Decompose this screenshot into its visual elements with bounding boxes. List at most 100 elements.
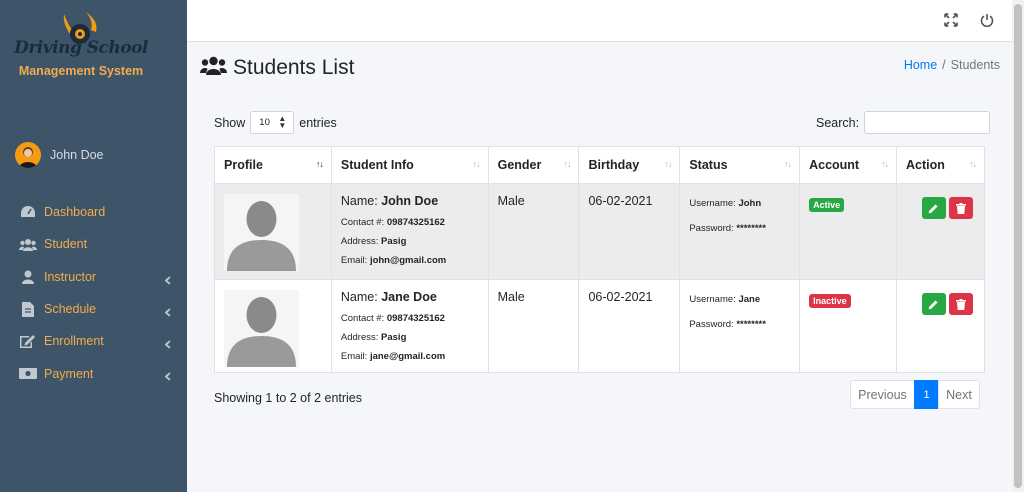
search-input[interactable] [864,111,991,134]
pagination-page-1[interactable]: 1 [914,380,939,409]
column-header-student-info[interactable]: Student Info ↑↓ [330,146,489,184]
address-value: Pasig [381,236,407,247]
delete-button[interactable] [948,197,973,219]
breadcrumb-separator: / [942,58,946,72]
student-name: Name: Jane Doe [341,290,479,304]
sidebar-item-schedule[interactable]: Schedule [0,293,187,325]
birthday-cell: 06-02-2021 [578,183,681,280]
sidebar-item-enrollment[interactable]: Enrollment [0,325,187,357]
column-header-birthday[interactable]: Birthday ↑↓ [578,146,681,184]
column-header-account[interactable]: Account ↑↓ [799,146,897,184]
pagination-previous[interactable]: Previous [850,380,915,409]
address-label: Address: [340,332,379,343]
breadcrumb-home-link[interactable]: Home [904,58,937,72]
column-header-gender[interactable]: Gender ↑↓ [487,146,580,184]
sidebar-item-label: Schedule [44,302,97,317]
chevron-left-icon [164,368,171,386]
student-contact: Contact #: 09874325162 [341,309,479,328]
status-badge: Inactive [809,294,851,308]
students-table: Profile ↑↓ Student Info ↑↓ Gender ↑↓ Birthd… [214,146,986,373]
student-name: Name: John Doe [341,194,479,208]
entries-label: entries [299,115,337,130]
name-value: Jane Doe [381,290,437,304]
scrollbar-thumb[interactable] [1014,4,1022,488]
sidebar-item-label: Payment [44,366,94,381]
power-icon[interactable] [980,13,996,29]
address-value: Pasig [381,332,407,343]
email-label: Email: [340,351,368,362]
password-line: Password: ******** [689,223,790,235]
chevron-left-icon [164,304,171,322]
column-header-label: Action [905,158,945,172]
top-navbar [187,0,1012,42]
sort-arrows-icon: ▲ ▼ [278,114,287,130]
column-header-profile[interactable]: Profile ↑↓ [214,146,332,184]
trash-icon [955,202,966,214]
avatar [15,142,41,168]
breadcrumb: Home / Students [904,58,1000,72]
password-value: ******** [736,223,766,234]
column-header-label: Gender [497,158,542,172]
page-scrollbar[interactable] [1012,0,1024,492]
password-label: Password: [689,223,734,234]
username-line: Username: Jane [689,294,790,306]
trash-icon [955,298,966,310]
delete-button[interactable] [948,293,973,315]
gender-cell: Male [487,183,580,280]
student-email: Email: john@gmail.com [341,251,479,270]
action-cell [895,183,986,280]
sidebar-item-payment[interactable]: Payment [0,357,187,389]
users-icon [200,56,227,80]
password-line: Password: ******** [689,319,790,331]
users-icon [19,236,37,252]
fullscreen-icon[interactable] [944,13,960,29]
address-label: Address: [340,236,379,247]
name-label: Name: [340,194,378,208]
contact-label: Contact #: [340,217,385,228]
brand[interactable]: Driving School Management System [0,0,187,90]
sidebar-item-instructor[interactable]: Instructor [0,261,187,293]
show-label: Show [214,115,246,130]
brand-subtitle: Management System [18,64,144,78]
status-badge: Active [809,198,845,212]
sort-icon: ↑↓ [563,159,571,169]
gender-cell: Male [487,279,580,373]
email-label: Email: [340,255,368,266]
sort-icon: ↑↓ [880,159,889,169]
birthday-cell: 06-02-2021 [578,279,681,373]
edit-button[interactable] [921,197,946,219]
dashboard-icon [19,204,37,220]
status-cell: Username: Jane Password: ******** [679,279,801,373]
file-icon [19,301,37,317]
money-icon [19,366,37,382]
sidebar: Driving School Management System John Do… [0,0,187,492]
email-value: jane@gmail.com [369,351,446,362]
pagination-next[interactable]: Next [938,380,980,409]
column-header-status[interactable]: Status ↑↓ [679,146,801,184]
column-header-label: Student Info [340,158,414,172]
password-value: ******** [736,319,766,330]
sidebar-item-dashboard[interactable]: Dashboard [0,196,187,228]
chevron-left-icon [164,272,171,290]
sort-icon: ↑↓ [784,159,792,169]
student-contact: Contact #: 09874325162 [341,213,479,232]
user-icon [19,269,37,285]
edit-button[interactable] [921,293,946,315]
column-header-action[interactable]: Action ↑↓ [895,146,986,184]
table-info: Showing 1 to 2 of 2 entries [214,391,363,405]
name-value: John Doe [381,194,439,208]
account-cell: Active [799,183,897,280]
page-length-select[interactable]: 10 ▲ ▼ [250,111,295,134]
sidebar-item-student[interactable]: Student [0,228,187,260]
password-label: Password: [689,319,734,330]
sort-icon: ↑↓ [472,159,481,169]
account-cell: Inactive [799,279,897,373]
sidebar-nav: Dashboard Student Instructor Schedule En… [0,196,187,390]
student-info-cell: Name: John Doe Contact #: 09874325162 Ad… [330,183,489,280]
chevron-left-icon [164,336,171,354]
profile-photo [224,194,299,271]
user-panel[interactable]: John Doe [15,141,104,169]
sidebar-item-label: Enrollment [44,334,104,349]
profile-cell [214,279,332,373]
page-length-control: Show 10 ▲ ▼ entries [214,111,337,134]
